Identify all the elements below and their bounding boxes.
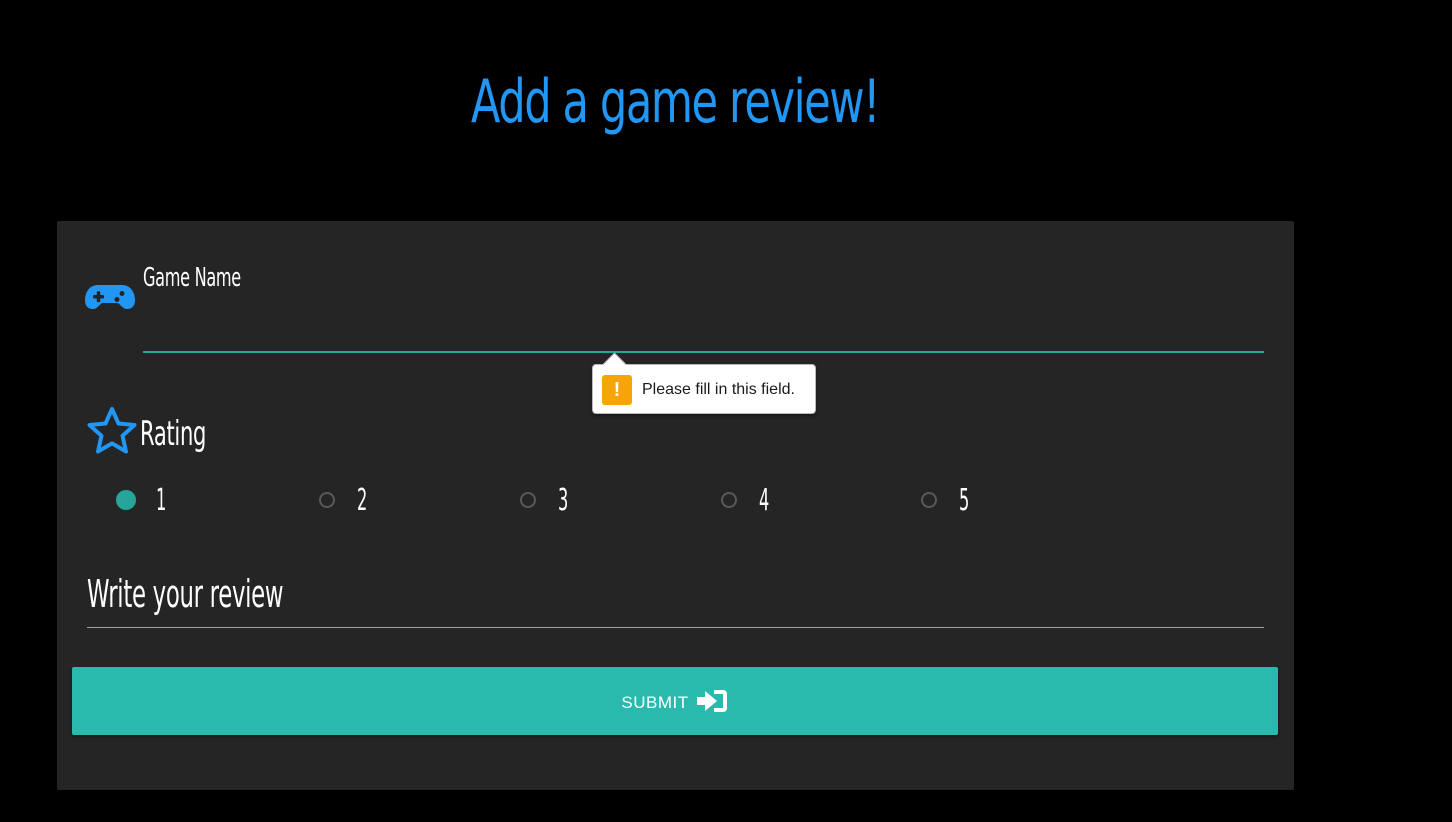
tooltip-message: Please fill in this field. xyxy=(642,381,795,398)
rating-option-label: 3 xyxy=(558,483,569,518)
rating-option-label: 1 xyxy=(156,483,167,518)
rating-option-label: 2 xyxy=(357,483,368,518)
game-name-input[interactable] xyxy=(143,321,1264,353)
rating-label: Rating xyxy=(140,414,207,454)
rating-option-2[interactable]: 2 xyxy=(319,483,499,518)
radio-button[interactable] xyxy=(319,492,335,508)
radio-button[interactable] xyxy=(921,492,937,508)
rating-option-1[interactable]: 1 xyxy=(116,483,298,518)
gamepad-icon xyxy=(85,285,135,309)
radio-button-checked[interactable] xyxy=(116,490,136,510)
review-textarea[interactable]: Write your review xyxy=(87,571,284,617)
page-title: Add a game review! xyxy=(189,62,1161,142)
validation-tooltip: ! Please fill in this field. xyxy=(592,352,816,414)
game-name-label: Game Name xyxy=(143,263,241,293)
login-icon xyxy=(696,690,727,712)
radio-button[interactable] xyxy=(721,492,737,508)
review-underline xyxy=(87,627,1264,628)
rating-option-5[interactable]: 5 xyxy=(921,483,1101,518)
rating-option-label: 5 xyxy=(959,483,970,518)
radio-button[interactable] xyxy=(520,492,536,508)
submit-label: SUBMIT xyxy=(621,693,689,712)
star-icon xyxy=(87,407,137,454)
submit-button[interactable]: SUBMIT xyxy=(72,667,1278,735)
page-title-text: Add a game review! xyxy=(470,67,881,137)
tooltip-arrow xyxy=(602,352,627,377)
submit-button-content: SUBMIT xyxy=(72,667,1278,735)
warning-icon: ! xyxy=(602,375,632,405)
rating-option-3[interactable]: 3 xyxy=(520,483,700,518)
rating-option-4[interactable]: 4 xyxy=(721,483,901,518)
review-form-card: Game Name ! Please fill in this field. R… xyxy=(57,221,1294,790)
rating-option-label: 4 xyxy=(759,483,770,518)
